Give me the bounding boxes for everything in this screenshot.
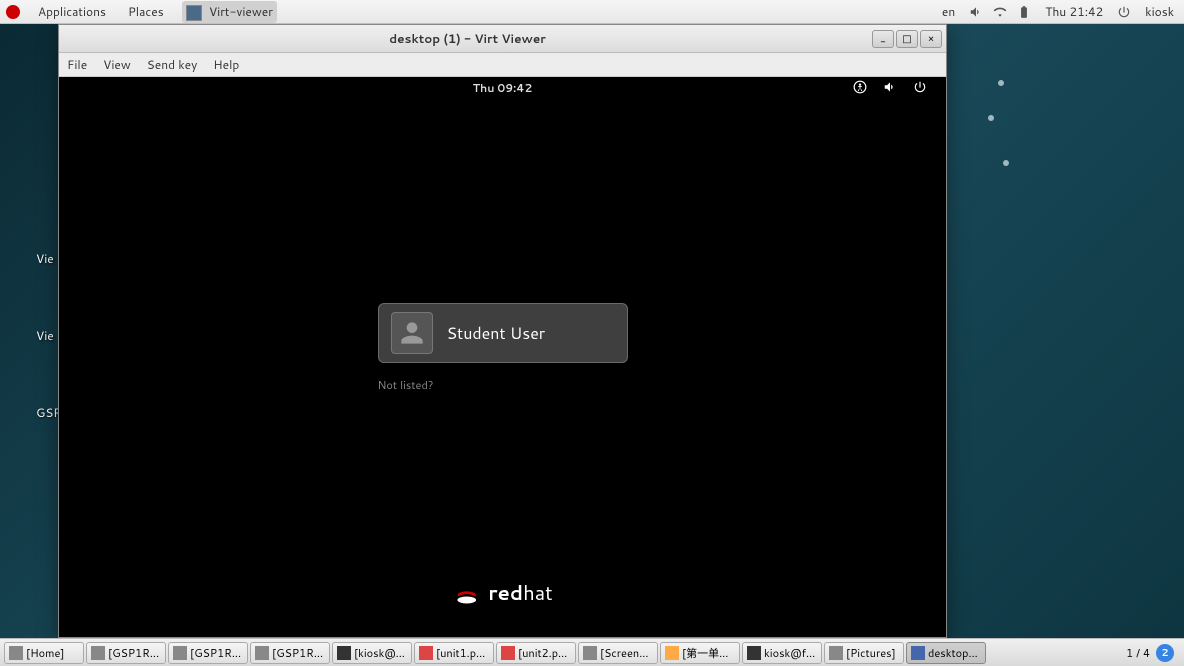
image-icon (583, 646, 597, 660)
minimize-button[interactable]: _ (872, 30, 894, 48)
active-app-label: Virt-viewer (209, 3, 273, 20)
battery-icon[interactable] (1017, 5, 1031, 19)
guest-display: Thu 09:42 Student User Not list (59, 77, 946, 637)
accessibility-icon[interactable] (852, 79, 868, 95)
applications-menu[interactable]: Applications (34, 1, 110, 22)
window-titlebar[interactable]: desktop (1) - Virt Viewer _ □ × (59, 25, 946, 53)
shutdown-icon[interactable] (1117, 5, 1131, 19)
folder-icon (173, 646, 187, 660)
desktop-icon-label[interactable]: Vie (0, 327, 61, 344)
desktop-icon-label[interactable]: Vie (0, 250, 61, 267)
task-button[interactable]: [unit2.p... (496, 642, 576, 664)
guest-clock[interactable]: Thu 09:42 (473, 80, 533, 96)
task-button[interactable]: [第一单... (660, 642, 740, 664)
volume-icon[interactable] (969, 5, 983, 19)
guest-top-bar: Thu 09:42 (59, 77, 946, 99)
desktop-icons: Vie Vie GSP (0, 250, 61, 421)
guest-power-icon[interactable] (912, 79, 928, 95)
gnome-top-panel: Applications Places Virt-viewer en Thu 2… (0, 0, 1184, 24)
bottom-taskbar: [Home] [GSP1R... [GSP1R... [GSP1R... [ki… (0, 638, 1184, 666)
redhat-brand: redhat (452, 579, 552, 607)
task-button[interactable]: desktop... (906, 642, 986, 664)
avatar-icon (391, 312, 433, 354)
terminal-icon (337, 646, 351, 660)
desktop-icon-label[interactable]: GSP (0, 404, 61, 421)
task-button[interactable]: kiosk@f... (742, 642, 822, 664)
not-listed-link[interactable]: Not listed? (378, 377, 628, 393)
workspace-label: 1 / 4 (1126, 645, 1150, 661)
virt-viewer-window: desktop (1) - Virt Viewer _ □ × File Vie… (58, 24, 947, 638)
places-menu[interactable]: Places (124, 1, 168, 22)
editor-icon (665, 646, 679, 660)
menu-sendkey[interactable]: Send key (147, 56, 198, 73)
pdf-icon (501, 646, 515, 660)
task-button[interactable]: [Screen... (578, 642, 658, 664)
redhat-brand-text: redhat (488, 579, 552, 607)
task-button[interactable]: [Home] (4, 642, 84, 664)
task-button[interactable]: [GSP1R... (168, 642, 248, 664)
close-button[interactable]: × (920, 30, 942, 48)
user-name-label: Student User (447, 322, 546, 345)
window-menubar: File View Send key Help (59, 53, 946, 77)
active-app-menu[interactable]: Virt-viewer (182, 1, 277, 23)
login-area: Student User Not listed? (378, 303, 628, 393)
clock[interactable]: Thu 21:42 (1041, 1, 1107, 22)
wallpaper-decoration (944, 60, 1004, 200)
user-tile[interactable]: Student User (378, 303, 628, 363)
guest-volume-icon[interactable] (882, 79, 898, 95)
pdf-icon (419, 646, 433, 660)
user-menu[interactable]: kiosk (1141, 1, 1178, 22)
folder-icon (829, 646, 843, 660)
workspace-switcher[interactable]: 1 / 4 2 (1120, 644, 1180, 662)
window-title: desktop (1) - Virt Viewer (63, 30, 872, 47)
menu-view[interactable]: View (103, 56, 131, 73)
redhat-fedora-icon (452, 579, 480, 607)
workspace-badge: 2 (1156, 644, 1174, 662)
task-button[interactable]: [GSP1R... (250, 642, 330, 664)
folder-icon (9, 646, 23, 660)
folder-icon (91, 646, 105, 660)
wifi-icon[interactable] (993, 5, 1007, 19)
folder-icon (255, 646, 269, 660)
menu-help[interactable]: Help (213, 56, 239, 73)
menu-file[interactable]: File (67, 56, 87, 73)
task-button[interactable]: [GSP1R... (86, 642, 166, 664)
display-icon (911, 646, 925, 660)
task-button[interactable]: [kiosk@... (332, 642, 412, 664)
terminal-icon (747, 646, 761, 660)
maximize-button[interactable]: □ (896, 30, 918, 48)
distro-logo-icon (6, 5, 20, 19)
task-button[interactable]: [Pictures] (824, 642, 904, 664)
keyboard-layout-indicator[interactable]: en (938, 1, 959, 22)
app-icon (186, 5, 202, 21)
task-button[interactable]: [unit1.p... (414, 642, 494, 664)
